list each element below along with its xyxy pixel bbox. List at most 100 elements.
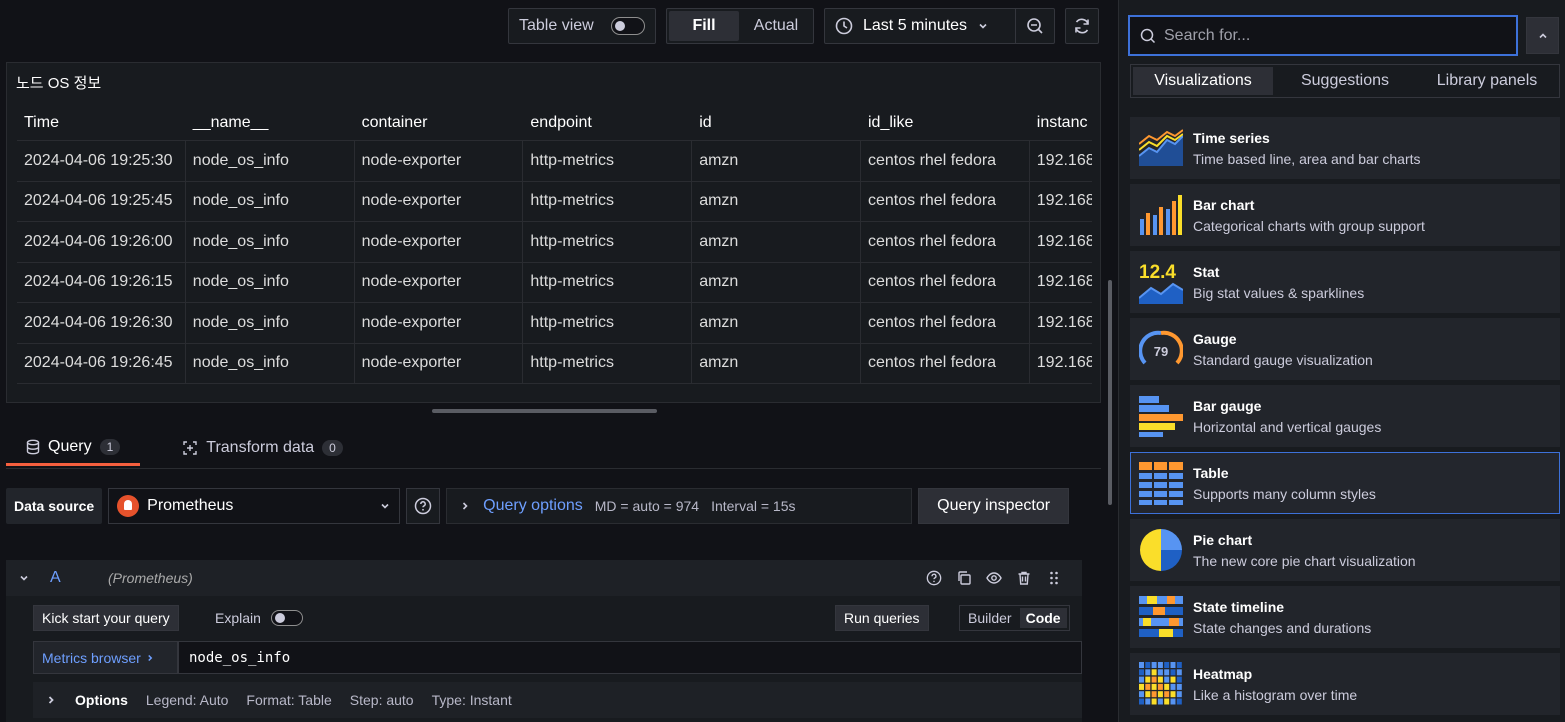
viz-desc: The new core pie chart visualization: [1193, 552, 1416, 569]
viz-item-gauge[interactable]: 79 Gauge Standard gauge visualization: [1130, 318, 1560, 380]
tab-transform-data[interactable]: Transform data 0: [162, 430, 363, 466]
drag-handle-icon[interactable]: [1046, 570, 1062, 586]
viz-item-bar-chart[interactable]: Bar chart Categorical charts with group s…: [1130, 184, 1560, 246]
refresh-icon: [1075, 18, 1089, 34]
viz-name: Time series: [1193, 129, 1270, 146]
code-button[interactable]: Code: [1019, 608, 1067, 628]
tab-suggestions[interactable]: Suggestions: [1275, 67, 1415, 95]
trash-icon[interactable]: [1016, 570, 1032, 586]
query-options-row[interactable]: Options Legend: Auto Format: Table Step:…: [33, 682, 1082, 718]
bar-gauge-icon: [1139, 396, 1183, 437]
tab-visualizations[interactable]: Visualizations: [1133, 67, 1273, 95]
type-option: Type: Instant: [431, 692, 512, 708]
viz-desc: Categorical charts with group support: [1193, 217, 1425, 234]
table-cell: 192.168: [1036, 232, 1092, 250]
tab-library-panels[interactable]: Library panels: [1417, 67, 1557, 95]
viz-item-bar-gauge[interactable]: Bar gauge Horizontal and vertical gauges: [1130, 385, 1560, 447]
table-cell: centos rhel fedora: [861, 343, 1030, 383]
viz-item-pie-chart[interactable]: Pie chart The new core pie chart visualiz…: [1130, 519, 1560, 581]
eye-icon[interactable]: [986, 570, 1002, 586]
query-editor: Kick start your query Explain Run querie…: [6, 596, 1082, 722]
help-icon[interactable]: [926, 570, 942, 586]
column-header[interactable]: container: [355, 105, 524, 140]
prometheus-logo-icon: [117, 495, 140, 517]
table-cell: node-exporter: [355, 343, 524, 383]
horizontal-scrollbar[interactable]: [432, 409, 657, 413]
column-header[interactable]: __name__: [186, 105, 355, 140]
viz-name: Table: [1193, 464, 1229, 481]
table-cell: node-exporter: [355, 303, 524, 343]
datasource-row: Data source Prometheus Query options MD …: [6, 488, 1070, 524]
tab-transform-label: Transform data: [206, 439, 315, 456]
collapse-button[interactable]: [1526, 17, 1559, 54]
column-header[interactable]: Time: [17, 105, 186, 140]
table-body: 2024-04-06 19:25:30 node_os_info node-expo…: [17, 141, 1092, 384]
query-row-header[interactable]: A (Prometheus): [6, 560, 1082, 596]
vertical-scrollbar[interactable]: [1108, 280, 1112, 505]
query-expression-input[interactable]: node_os_info: [178, 641, 1082, 674]
time-range-button[interactable]: Last 5 minutes: [825, 9, 1015, 43]
chevron-down-icon[interactable]: [18, 572, 30, 584]
viz-item-stat[interactable]: 12.4 Stat Big stat values & sparklines: [1130, 251, 1560, 313]
search-input[interactable]: Search for...: [1128, 15, 1518, 56]
viz-item-state-timeline[interactable]: State timeline State changes and duration…: [1130, 586, 1560, 648]
column-header[interactable]: endpoint: [523, 105, 692, 140]
actual-button[interactable]: Actual: [741, 11, 811, 41]
table-view-toggle[interactable]: Table view: [508, 8, 656, 44]
viz-name: Gauge: [1193, 330, 1237, 347]
zoom-out-button[interactable]: [1015, 9, 1054, 43]
copy-icon[interactable]: [956, 570, 972, 586]
zoom-out-icon: [1027, 18, 1043, 34]
datasource-help-button[interactable]: [406, 488, 441, 524]
stat-icon-value: 12.4: [1139, 262, 1176, 283]
explain-toggle[interactable]: Explain: [215, 605, 303, 631]
metrics-browser-button[interactable]: Metrics browser: [33, 641, 178, 674]
datasource-picker[interactable]: Prometheus: [108, 488, 401, 524]
table-cell: node-exporter: [355, 222, 524, 262]
viz-name: State timeline: [1193, 598, 1285, 615]
viz-desc: Horizontal and vertical gauges: [1193, 418, 1382, 435]
viz-item-heatmap[interactable]: Heatmap Like a histogram over time: [1130, 653, 1560, 715]
tabs-divider: [6, 468, 1101, 469]
viz-desc: Standard gauge visualization: [1193, 351, 1373, 368]
column-header[interactable]: instanc: [1030, 105, 1092, 140]
table-cell: 192.168: [1036, 192, 1092, 210]
panel-toolbar: Table view Fill Actual Last 5 minutes: [508, 8, 1099, 44]
run-queries-button[interactable]: Run queries: [835, 605, 929, 631]
viz-item-time-series[interactable]: Time series Time based line, area and bar…: [1130, 117, 1560, 179]
table-row: 2024-04-06 19:26:45 node_os_info node-expo…: [17, 343, 1092, 384]
table-row: 2024-04-06 19:26:00 node_os_info node-expo…: [17, 222, 1092, 263]
query-options[interactable]: Query options MD = auto = 974 Interval =…: [446, 488, 913, 524]
viz-desc: State changes and durations: [1193, 619, 1372, 636]
viz-name: Pie chart: [1193, 531, 1253, 548]
table-cell: amzn: [692, 303, 861, 343]
table-cell: centos rhel fedora: [861, 141, 1030, 181]
table-cell: 2024-04-06 19:25:45: [17, 181, 186, 221]
tab-query[interactable]: Query 1: [6, 430, 141, 466]
explain-switch[interactable]: [270, 610, 303, 626]
query-row-actions: [926, 570, 1062, 586]
gauge-icon: 79: [1139, 330, 1183, 365]
query-datasource-name: (Prometheus): [108, 570, 193, 586]
builder-button[interactable]: Builder: [962, 608, 1018, 628]
table-view-switch[interactable]: [611, 17, 645, 35]
query-inspector-button[interactable]: Query inspector: [918, 488, 1070, 524]
bar-chart-icon: [1140, 195, 1182, 235]
table-cell: 2024-04-06 19:26:45: [17, 343, 186, 383]
viz-desc: Big stat values & sparklines: [1193, 284, 1365, 301]
column-header[interactable]: id_like: [861, 105, 1030, 140]
viz-name: Bar gauge: [1193, 397, 1262, 414]
visualization-picker: Search for... Visualizations Suggestions…: [1118, 0, 1565, 722]
table-cell: centos rhel fedora: [861, 262, 1030, 302]
kick-start-button[interactable]: Kick start your query: [33, 605, 179, 631]
viz-name: Heatmap: [1193, 665, 1253, 682]
refresh-button[interactable]: [1065, 8, 1099, 44]
metrics-browser-label: Metrics browser: [42, 649, 141, 666]
viz-item-table[interactable]: Table Supports many column styles: [1130, 452, 1560, 514]
column-header[interactable]: id: [692, 105, 861, 140]
transform-count-badge: 0: [322, 440, 343, 456]
fill-button[interactable]: Fill: [669, 11, 739, 41]
time-range-label: Last 5 minutes: [863, 17, 968, 34]
search-icon: [1140, 28, 1156, 43]
table-cell: node_os_info: [186, 141, 355, 181]
